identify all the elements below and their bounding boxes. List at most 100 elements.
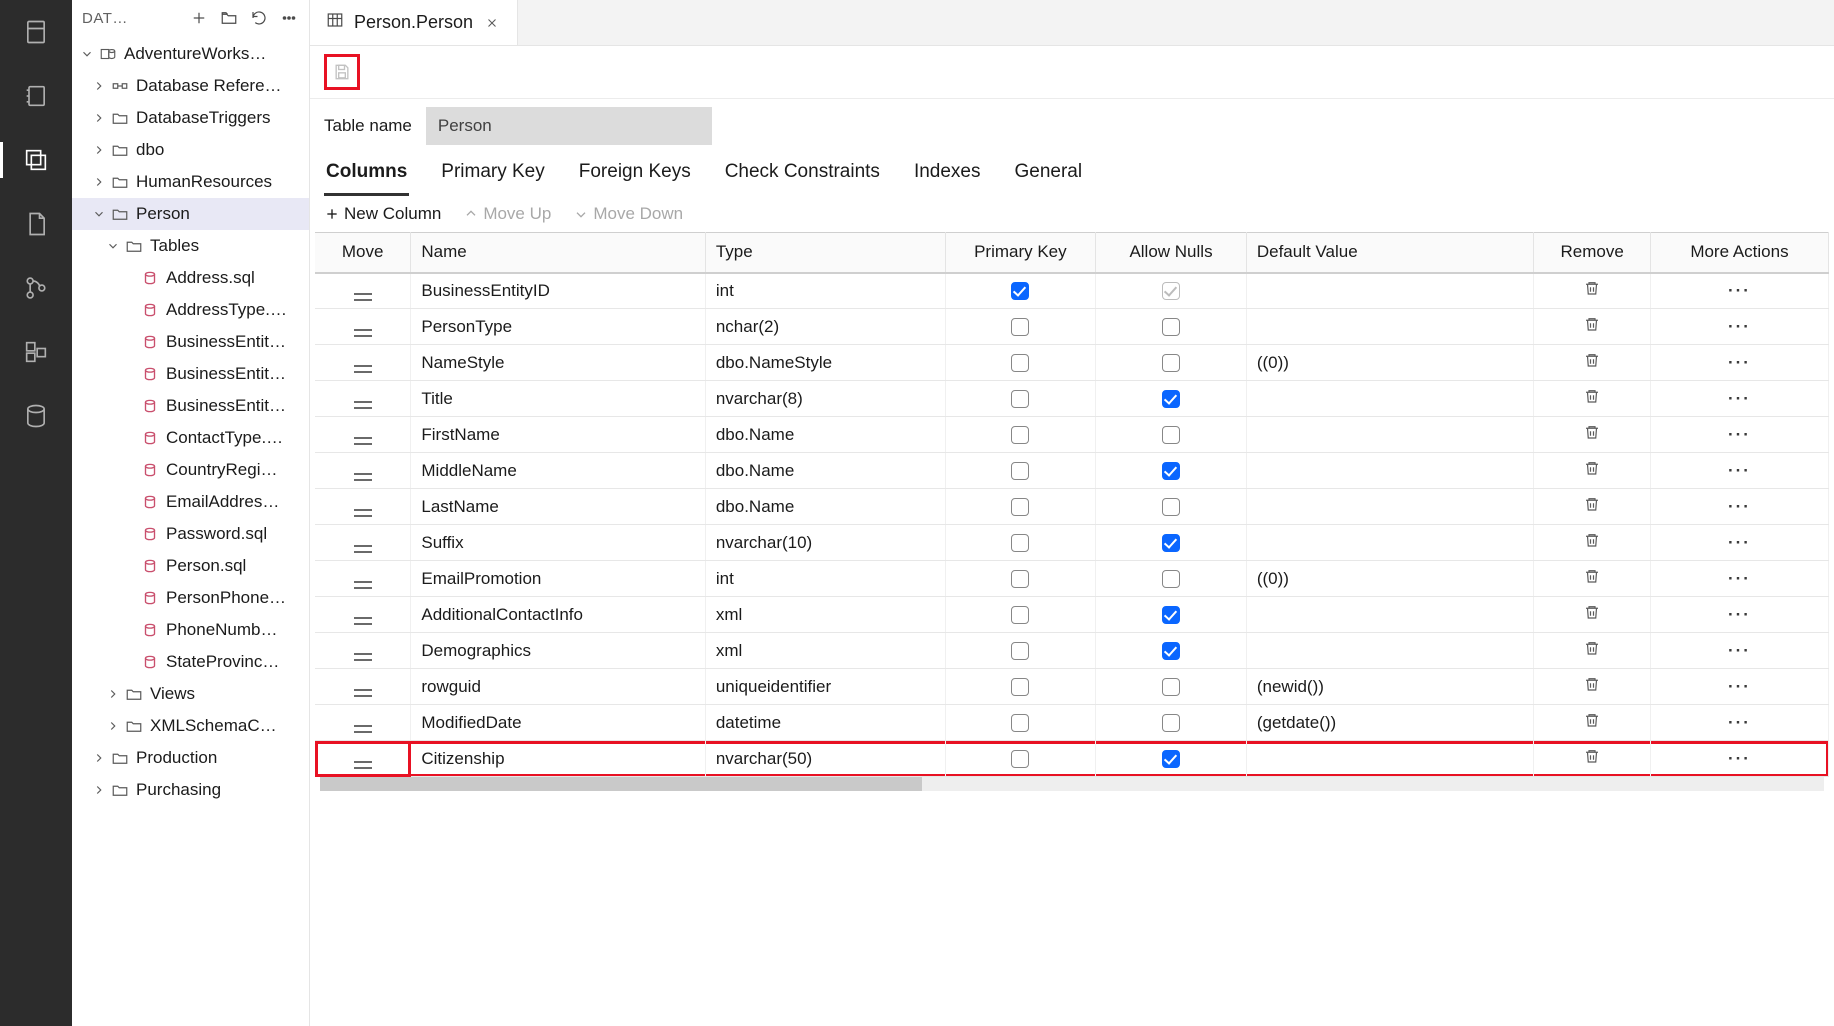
- delete-icon[interactable]: [1583, 282, 1601, 301]
- twisty-icon[interactable]: [120, 397, 138, 415]
- drag-handle-icon[interactable]: [354, 653, 372, 661]
- tree-node[interactable]: Person.sql: [72, 550, 309, 582]
- drag-handle-icon[interactable]: [354, 509, 372, 517]
- nulls-checkbox[interactable]: [1162, 534, 1180, 552]
- more-actions-icon[interactable]: ···: [1728, 497, 1751, 516]
- save-button[interactable]: [324, 54, 360, 90]
- tree-node[interactable]: PersonPhone…: [72, 582, 309, 614]
- notebook-icon[interactable]: [18, 78, 54, 114]
- column-type[interactable]: nvarchar(50): [705, 741, 945, 777]
- database-icon[interactable]: [18, 398, 54, 434]
- twisty-icon[interactable]: [120, 365, 138, 383]
- pk-checkbox[interactable]: [1011, 390, 1029, 408]
- twisty-icon[interactable]: [120, 621, 138, 639]
- column-row[interactable]: BusinessEntityIDint···: [315, 273, 1829, 309]
- pk-checkbox[interactable]: [1011, 282, 1029, 300]
- tree-node[interactable]: Production: [72, 742, 309, 774]
- column-row[interactable]: Suffixnvarchar(10)···: [315, 525, 1829, 561]
- pk-checkbox[interactable]: [1011, 462, 1029, 480]
- twisty-icon[interactable]: [90, 173, 108, 191]
- files-icon[interactable]: [18, 142, 54, 178]
- twisty-icon[interactable]: [120, 525, 138, 543]
- twisty-icon[interactable]: [120, 333, 138, 351]
- more-actions-icon[interactable]: ···: [1728, 389, 1751, 408]
- nulls-checkbox[interactable]: [1162, 354, 1180, 372]
- delete-icon[interactable]: [1583, 498, 1601, 517]
- default-value[interactable]: ((0)): [1246, 345, 1534, 381]
- nulls-checkbox[interactable]: [1162, 714, 1180, 732]
- pk-checkbox[interactable]: [1011, 318, 1029, 336]
- column-type[interactable]: datetime: [705, 705, 945, 741]
- tab-indexes[interactable]: Indexes: [912, 161, 983, 196]
- delete-icon[interactable]: [1583, 426, 1601, 445]
- column-row[interactable]: ModifiedDatedatetime(getdate())···: [315, 705, 1829, 741]
- default-value[interactable]: [1246, 633, 1534, 669]
- delete-icon[interactable]: [1583, 606, 1601, 625]
- drag-handle-icon[interactable]: [354, 293, 372, 301]
- tab-person-person[interactable]: Person.Person: [310, 0, 518, 45]
- tree-node[interactable]: Database Refere…: [72, 70, 309, 102]
- column-type[interactable]: xml: [705, 597, 945, 633]
- delete-icon[interactable]: [1583, 570, 1601, 589]
- twisty-icon[interactable]: [120, 269, 138, 287]
- more-actions-icon[interactable]: ···: [1728, 353, 1751, 372]
- column-row[interactable]: LastNamedbo.Name···: [315, 489, 1829, 525]
- more-actions-icon[interactable]: ···: [1728, 677, 1751, 696]
- column-row[interactable]: FirstNamedbo.Name···: [315, 417, 1829, 453]
- more-actions-icon[interactable]: ···: [1728, 281, 1751, 300]
- column-name[interactable]: ModifiedDate: [411, 705, 705, 741]
- pk-checkbox[interactable]: [1011, 714, 1029, 732]
- default-value[interactable]: [1246, 453, 1534, 489]
- drag-handle-icon[interactable]: [354, 581, 372, 589]
- column-row[interactable]: rowguiduniqueidentifier(newid())···: [315, 669, 1829, 705]
- move-up-button[interactable]: Move Up: [463, 204, 551, 224]
- twisty-icon[interactable]: [90, 109, 108, 127]
- column-type[interactable]: nchar(2): [705, 309, 945, 345]
- twisty-icon[interactable]: [120, 301, 138, 319]
- more-actions-icon[interactable]: ···: [1728, 605, 1751, 624]
- tree-node[interactable]: EmailAddres…: [72, 486, 309, 518]
- tree-node[interactable]: Tables: [72, 230, 309, 262]
- extensions-icon[interactable]: [18, 334, 54, 370]
- column-row[interactable]: PersonTypenchar(2)···: [315, 309, 1829, 345]
- tab-foreign-keys[interactable]: Foreign Keys: [577, 161, 693, 196]
- twisty-icon[interactable]: [120, 461, 138, 479]
- column-name[interactable]: EmailPromotion: [411, 561, 705, 597]
- pk-checkbox[interactable]: [1011, 426, 1029, 444]
- twisty-icon[interactable]: [78, 45, 96, 63]
- tree-node[interactable]: DatabaseTriggers: [72, 102, 309, 134]
- nulls-checkbox[interactable]: [1162, 642, 1180, 660]
- open-folder-icon[interactable]: [219, 8, 239, 28]
- drag-handle-icon[interactable]: [354, 725, 372, 733]
- default-value[interactable]: ((0)): [1246, 561, 1534, 597]
- column-type[interactable]: xml: [705, 633, 945, 669]
- pk-checkbox[interactable]: [1011, 534, 1029, 552]
- column-name[interactable]: Citizenship: [411, 741, 705, 777]
- drag-handle-icon[interactable]: [354, 761, 372, 769]
- tree-node[interactable]: AdventureWorks…: [72, 38, 309, 70]
- delete-icon[interactable]: [1583, 678, 1601, 697]
- column-name[interactable]: Suffix: [411, 525, 705, 561]
- default-value[interactable]: [1246, 381, 1534, 417]
- column-name[interactable]: BusinessEntityID: [411, 273, 705, 309]
- more-actions-icon[interactable]: ···: [1728, 317, 1751, 336]
- tree-node[interactable]: Purchasing: [72, 774, 309, 806]
- default-value[interactable]: [1246, 309, 1534, 345]
- more-actions-icon[interactable]: ···: [1728, 425, 1751, 444]
- close-icon[interactable]: [483, 14, 501, 32]
- tree-node[interactable]: Views: [72, 678, 309, 710]
- twisty-icon[interactable]: [120, 493, 138, 511]
- default-value[interactable]: (newid()): [1246, 669, 1534, 705]
- page-icon[interactable]: [18, 206, 54, 242]
- column-row[interactable]: AdditionalContactInfoxml···: [315, 597, 1829, 633]
- nulls-checkbox[interactable]: [1162, 462, 1180, 480]
- pk-checkbox[interactable]: [1011, 606, 1029, 624]
- drag-handle-icon[interactable]: [354, 473, 372, 481]
- twisty-icon[interactable]: [104, 237, 122, 255]
- column-name[interactable]: MiddleName: [411, 453, 705, 489]
- column-name[interactable]: FirstName: [411, 417, 705, 453]
- tree-node[interactable]: Address.sql: [72, 262, 309, 294]
- tab-general[interactable]: General: [1012, 161, 1084, 196]
- nulls-checkbox[interactable]: [1162, 570, 1180, 588]
- more-actions-icon[interactable]: ···: [1728, 533, 1751, 552]
